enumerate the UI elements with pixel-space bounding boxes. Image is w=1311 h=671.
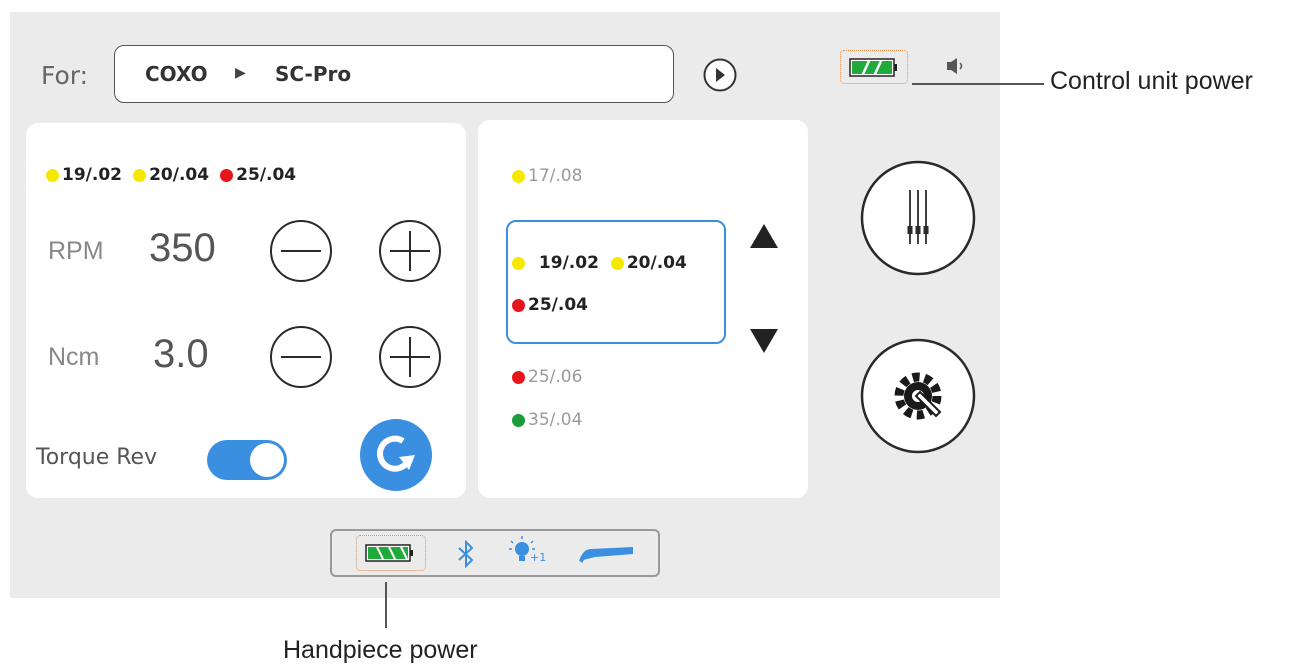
color-dot [133,168,147,182]
circle-arrow-icon [703,58,737,92]
gear-wrench-icon [860,338,976,454]
next-button[interactable] [703,58,737,92]
color-dot [512,256,525,270]
selected-file-sequence[interactable]: 19/.02 20/.04 25/.04 [506,220,726,344]
plus-icon-v [409,231,411,271]
color-dot [512,169,525,183]
endo-files-icon [860,160,976,276]
light-level: +1 [530,551,547,564]
scroll-down-arrow[interactable] [749,328,779,354]
file-item-next[interactable]: 25/.06 [512,367,582,387]
model-label: SC-Pro [275,62,352,86]
color-dot [220,168,234,182]
rpm-label: RPM [48,237,104,265]
file-item-previous[interactable]: 17/.08 [512,166,582,186]
current-file-tags: 19/.02 20/.04 25/.04 [46,165,296,185]
ncm-increase-button[interactable] [379,326,441,388]
file-tag: 25/.04 [220,165,296,185]
control-unit-callout-line [912,83,1044,85]
control-unit-power-callout: Control unit power [1050,67,1253,95]
parameters-panel: 19/.02 20/.04 25/.04 RPM 350 Ncm 3.0 Tor… [26,123,466,498]
file-item-next[interactable]: 35/.04 [512,410,582,430]
handpiece-status-bar: +1 [330,529,660,577]
speaker-icon[interactable] [945,56,971,76]
files-library-button[interactable] [860,160,976,276]
color-dot [610,256,624,270]
plus-icon-v [409,337,411,377]
color-dot [512,370,525,384]
ncm-value: 3.0 [153,332,209,376]
file-label: 19/.02 [538,253,599,273]
separator-arrow: ▶ [235,65,246,81]
control-unit-battery [840,50,908,84]
ncm-label: Ncm [48,343,100,371]
toggle-knob [250,443,284,477]
color-dot [46,168,59,182]
file-tag: 19/.02 [46,165,122,185]
model-selector[interactable]: COXO ▶ SC-Pro [114,45,674,103]
scroll-up-arrow[interactable] [749,223,779,249]
file-sequence-panel: 17/.08 19/.02 20/.04 25/.04 25/.06 35/.0… [478,120,808,498]
file-label: 20/.04 [626,253,687,273]
torque-rev-label: Torque Rev [36,445,158,470]
for-label: For: [41,61,89,90]
settings-button[interactable] [860,338,976,454]
color-dot [512,298,525,312]
battery-icon [365,544,413,562]
rpm-increase-button[interactable] [379,220,441,282]
selected-row-1: 19/.02 20/.04 [512,253,687,273]
rpm-value: 350 [149,226,216,270]
brand-label: COXO [145,62,208,86]
rotation-icon [360,419,432,491]
rotation-button[interactable] [359,418,433,492]
battery-icon [849,58,897,77]
file-tag: 20/.04 [133,165,209,185]
rpm-decrease-button[interactable] [270,220,332,282]
handpiece-icon [579,547,633,563]
ncm-decrease-button[interactable] [270,326,332,388]
torque-rev-toggle[interactable] [207,440,287,480]
handpiece-callout-line [385,582,387,628]
light-indicator: +1 [508,535,548,571]
selected-row-2: 25/.04 [512,295,588,315]
device-screen: For: COXO ▶ SC-Pro 19/.02 20/.04 25/.04 … [10,12,1000,598]
color-dot [512,413,525,427]
bluetooth-icon [458,540,474,568]
handpiece-power-callout: Handpiece power [283,636,478,664]
file-label: 25/.04 [528,295,588,315]
minus-icon [281,356,321,358]
minus-icon [281,250,321,252]
handpiece-battery [356,535,426,571]
